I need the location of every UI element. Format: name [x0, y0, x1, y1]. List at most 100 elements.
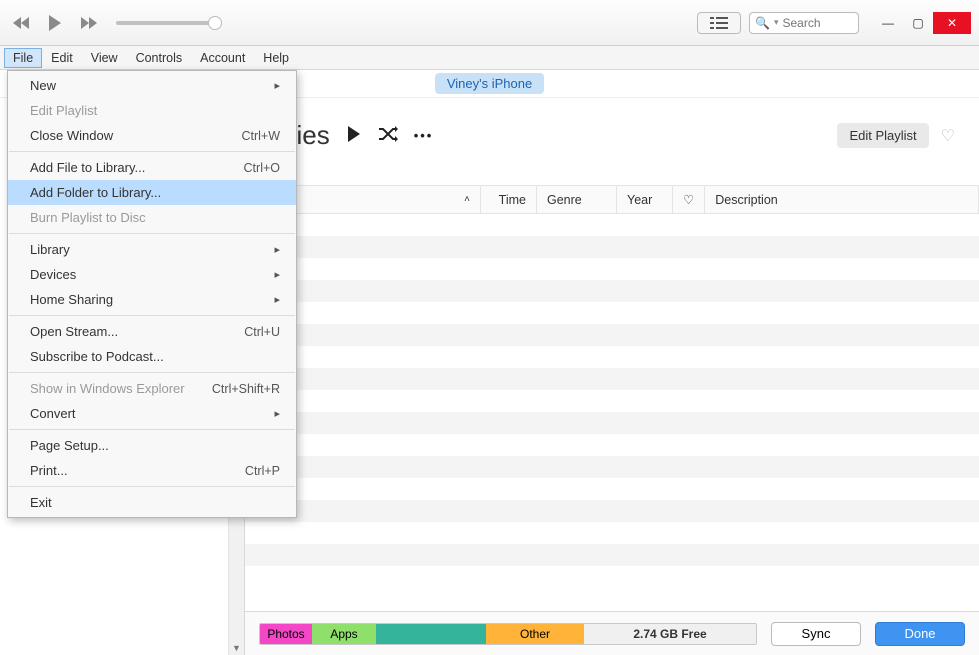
menu-item-convert[interactable]: Convert [8, 401, 296, 426]
col-time[interactable]: Time [481, 186, 537, 213]
menu-item-label: Add File to Library... [30, 160, 145, 175]
done-button[interactable]: Done [875, 622, 965, 646]
col-love[interactable]: ♡ [673, 186, 705, 213]
next-track-button[interactable] [76, 10, 102, 36]
col-year[interactable]: Year [617, 186, 673, 213]
menu-item-exit[interactable]: Exit [8, 490, 296, 515]
menu-item-label: Home Sharing [30, 292, 113, 307]
menu-item-page-setup[interactable]: Page Setup... [8, 433, 296, 458]
menu-item-show-in-windows-explorer: Show in Windows ExplorerCtrl+Shift+R [8, 376, 296, 401]
menu-item-home-sharing[interactable]: Home Sharing [8, 287, 296, 312]
device-pill[interactable]: Viney's iPhone [435, 73, 544, 94]
menu-separator [9, 233, 295, 234]
edit-playlist-button[interactable]: Edit Playlist [837, 123, 928, 148]
table-row [245, 456, 979, 478]
table-row [245, 236, 979, 258]
sort-asc-icon: ˄ [464, 194, 470, 205]
menu-item-burn-playlist-to-disc: Burn Playlist to Disc [8, 205, 296, 230]
menu-item-label: Devices [30, 267, 76, 282]
storage-bar: Photos Apps Other 2.74 GB Free [259, 623, 757, 645]
scroll-down-icon[interactable]: ▼ [232, 641, 241, 655]
search-icon: 🔍 [755, 16, 770, 30]
menu-item-edit-playlist: Edit Playlist [8, 98, 296, 123]
menu-item-shortcut: Ctrl+Shift+R [212, 382, 280, 396]
menu-item-label: Print... [30, 463, 68, 478]
menu-item-shortcut: Ctrl+U [244, 325, 280, 339]
menu-item-subscribe-to-podcast[interactable]: Subscribe to Podcast... [8, 344, 296, 369]
bottom-bar: Photos Apps Other 2.74 GB Free Sync Done [245, 611, 979, 655]
menu-item-shortcut: Ctrl+P [245, 464, 280, 478]
window-minimize-button[interactable]: — [873, 12, 903, 34]
volume-knob[interactable] [208, 16, 222, 30]
menu-item-devices[interactable]: Devices [8, 262, 296, 287]
item-count-label: ms [245, 161, 979, 185]
menu-item-label: Add Folder to Library... [30, 185, 161, 200]
love-icon[interactable]: ♡ [941, 126, 955, 146]
table-row [245, 368, 979, 390]
player-toolbar: 🔍▾ — ▢ ✕ [0, 0, 979, 46]
table-row [245, 412, 979, 434]
menu-account[interactable]: Account [191, 48, 254, 68]
menu-item-shortcut: Ctrl+W [241, 129, 280, 143]
menu-item-shortcut: Ctrl+O [244, 161, 280, 175]
menu-item-label: Exit [30, 495, 52, 510]
search-field[interactable]: 🔍▾ [749, 12, 859, 34]
menu-separator [9, 151, 295, 152]
volume-slider[interactable] [116, 21, 216, 25]
menu-item-new[interactable]: New [8, 73, 296, 98]
table-row [245, 390, 979, 412]
menu-item-label: Subscribe to Podcast... [30, 349, 164, 364]
menu-item-library[interactable]: Library [8, 237, 296, 262]
storage-media [376, 624, 486, 644]
col-genre[interactable]: Genre [537, 186, 617, 213]
menu-edit[interactable]: Edit [42, 48, 82, 68]
menu-item-label: New [30, 78, 56, 93]
storage-apps: Apps [312, 624, 376, 644]
menu-item-label: Page Setup... [30, 438, 109, 453]
file-menu-dropdown: New Edit Playlist Close Window Ctrl+W Add Fi… [7, 70, 297, 518]
menu-item-label: Burn Playlist to Disc [30, 210, 146, 225]
table-row [245, 346, 979, 368]
search-input[interactable] [782, 16, 852, 30]
menu-item-label: Edit Playlist [30, 103, 97, 118]
window-maximize-button[interactable]: ▢ [903, 12, 933, 34]
playback-controls [8, 10, 216, 36]
table-body [245, 214, 979, 611]
storage-photos: Photos [260, 624, 312, 644]
menu-view[interactable]: View [82, 48, 127, 68]
menu-item-print[interactable]: Print... Ctrl+P [8, 458, 296, 483]
menu-help[interactable]: Help [254, 48, 298, 68]
search-dropdown-icon[interactable]: ▾ [774, 17, 779, 28]
table-row [245, 434, 979, 456]
storage-other: Other [486, 624, 584, 644]
table-row [245, 280, 979, 302]
menu-item-add-folder-to-library[interactable]: Add Folder to Library... [8, 180, 296, 205]
table-header: ame˄ Time Genre Year ♡ Description [245, 185, 979, 214]
menu-item-add-file-to-library[interactable]: Add File to Library... Ctrl+O [8, 155, 296, 180]
menu-controls[interactable]: Controls [127, 48, 192, 68]
shuffle-icon[interactable] [378, 126, 398, 145]
menu-item-label: Library [30, 242, 70, 257]
play-all-icon[interactable] [346, 125, 362, 146]
sync-button[interactable]: Sync [771, 622, 861, 646]
table-row [245, 544, 979, 566]
menu-separator [9, 486, 295, 487]
table-row [245, 522, 979, 544]
col-description[interactable]: Description [705, 186, 979, 213]
menu-file[interactable]: File [4, 48, 42, 68]
prev-track-button[interactable] [8, 10, 34, 36]
more-icon[interactable]: ••• [414, 128, 434, 143]
window-close-button[interactable]: ✕ [933, 12, 971, 34]
menu-item-label: Open Stream... [30, 324, 118, 339]
list-view-button[interactable] [697, 12, 741, 34]
storage-free: 2.74 GB Free [584, 624, 756, 644]
table-row [245, 214, 979, 236]
menu-item-label: Convert [30, 406, 76, 421]
table-row [245, 478, 979, 500]
table-row [245, 258, 979, 280]
menu-item-open-stream[interactable]: Open Stream... Ctrl+U [8, 319, 296, 344]
menu-bar: File Edit View Controls Account Help [0, 46, 979, 70]
play-button[interactable] [42, 10, 68, 36]
menu-item-label: Close Window [30, 128, 113, 143]
menu-item-close-window[interactable]: Close Window Ctrl+W [8, 123, 296, 148]
